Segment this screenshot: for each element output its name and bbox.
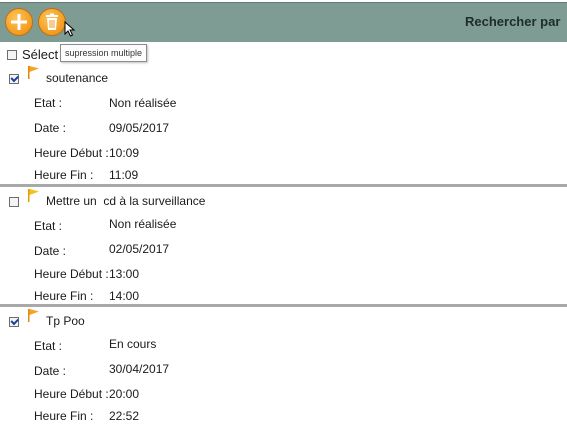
date-label: Date : <box>34 364 67 378</box>
heure-debut-value: 20:00 <box>109 387 140 401</box>
delete-multiple-button[interactable] <box>38 8 66 36</box>
heure-fin-label: Heure Fin : <box>34 168 94 182</box>
heure-debut-value: 10:09 <box>109 146 140 160</box>
date-label: Date : <box>34 121 67 135</box>
heure-debut-label: Heure Début : <box>34 146 109 160</box>
date-value: 30/04/2017 <box>109 362 170 376</box>
tooltip: supression multiple <box>60 44 148 62</box>
search-title: Rechercher par <box>465 14 561 29</box>
flag-icon <box>28 189 39 202</box>
plus-icon <box>11 14 27 30</box>
add-button[interactable] <box>5 8 33 36</box>
date-label: Date : <box>34 244 67 258</box>
etat-value: En cours <box>109 337 157 351</box>
select-all-label: Sélect <box>22 47 59 62</box>
date-value: 02/05/2017 <box>109 242 170 256</box>
task-checkbox[interactable] <box>9 74 19 84</box>
select-all-checkbox[interactable] <box>7 50 17 60</box>
trash-icon <box>46 13 58 30</box>
heure-fin-label: Heure Fin : <box>34 409 94 423</box>
heure-debut-value: 13:00 <box>109 267 140 281</box>
task-title[interactable]: Tp Poo <box>46 314 85 328</box>
date-value: 09/05/2017 <box>109 121 170 135</box>
flag-icon <box>28 309 39 322</box>
etat-label: Etat : <box>34 96 63 110</box>
etat-value: Non réalisée <box>109 217 177 231</box>
task-item: soutenance Etat : Non réalisée Date : 09… <box>0 64 567 184</box>
heure-debut-label: Heure Début : <box>34 387 109 401</box>
etat-label: Etat : <box>34 339 63 353</box>
heure-debut-label: Heure Début : <box>34 267 109 281</box>
task-item: Mettre un cd à la surveillance Etat : No… <box>0 187 567 307</box>
etat-label: Etat : <box>34 219 63 233</box>
heure-fin-value: 11:09 <box>109 168 139 182</box>
heure-fin-label: Heure Fin : <box>34 289 94 303</box>
task-title[interactable]: soutenance <box>46 71 108 85</box>
mouse-cursor-icon <box>64 21 76 37</box>
task-item: Tp Poo Etat : En cours Date : 30/04/2017… <box>0 307 567 427</box>
toolbar: Rechercher par <box>0 2 567 42</box>
heure-fin-value: 14:00 <box>109 289 140 303</box>
heure-fin-value: 22:52 <box>109 409 140 423</box>
task-checkbox[interactable] <box>9 197 19 207</box>
flag-icon <box>28 66 39 79</box>
etat-value: Non réalisée <box>109 96 177 110</box>
task-title[interactable]: Mettre un cd à la surveillance <box>46 194 205 208</box>
task-checkbox[interactable] <box>9 317 19 327</box>
